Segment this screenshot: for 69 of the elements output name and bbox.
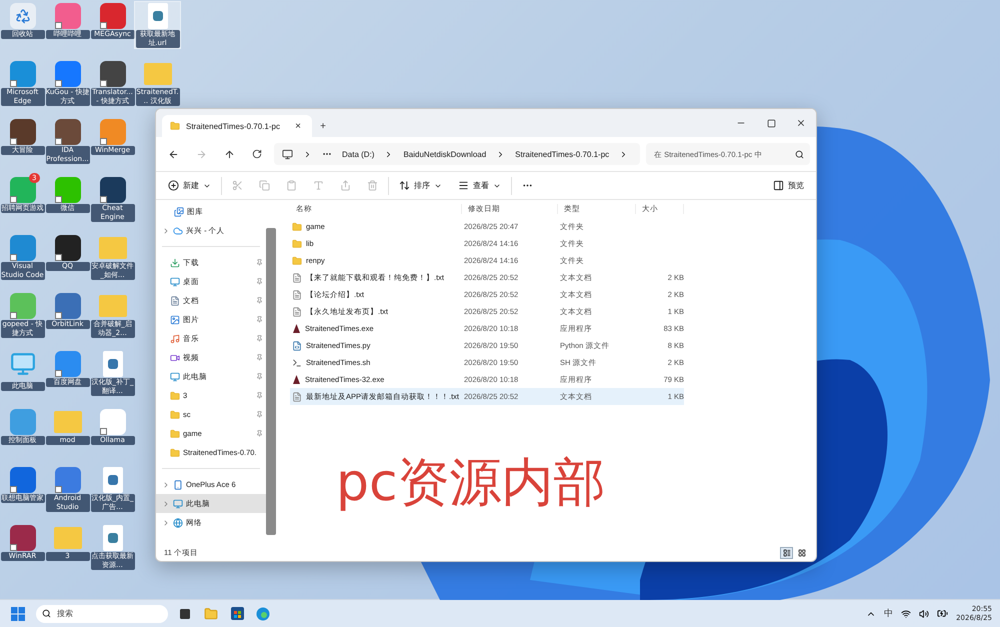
chevron-icon bbox=[303, 150, 312, 158]
sort-icon bbox=[399, 180, 410, 191]
tab-title: StraitenedTimes-0.70.1-pc bbox=[186, 122, 281, 130]
desktop-icon bbox=[170, 276, 180, 286]
forward-arrow-icon bbox=[196, 148, 206, 160]
new-tab-button[interactable]: + bbox=[312, 116, 334, 136]
address-bar[interactable]: Data (D:) BaiduNetdiskDownload StraitenedTimes-0.70.1-pc bbox=[274, 143, 640, 165]
preview-pane-icon bbox=[773, 180, 784, 191]
breadcrumb-item[interactable]: BaiduNetdiskDownload bbox=[403, 150, 486, 158]
copy-icon bbox=[259, 180, 270, 191]
script-file-icon bbox=[292, 358, 302, 368]
computer-icon bbox=[170, 372, 180, 382]
search-input[interactable]: 搜索 bbox=[55, 608, 139, 619]
search-icon bbox=[795, 150, 804, 158]
back-arrow-icon bbox=[168, 148, 178, 160]
taskbar-search-field[interactable]: 搜索 bbox=[36, 604, 168, 622]
text-file-icon bbox=[292, 290, 302, 300]
folder-icon bbox=[170, 428, 180, 438]
folder-icon bbox=[170, 121, 180, 131]
caption-overlay: pc资源内部 bbox=[336, 452, 606, 515]
text-file-icon bbox=[292, 392, 302, 402]
computer-icon bbox=[173, 498, 183, 508]
folder-icon bbox=[170, 390, 180, 400]
close-tab-button[interactable]: × bbox=[292, 116, 304, 136]
app-icon bbox=[292, 324, 301, 334]
input-method-indicator[interactable]: 中 bbox=[884, 607, 894, 620]
delete-icon bbox=[367, 180, 378, 191]
view-icon bbox=[458, 180, 469, 191]
python-file-icon bbox=[292, 340, 302, 350]
cut-icon bbox=[232, 180, 243, 191]
maximize-icon bbox=[766, 118, 776, 128]
new-button[interactable]: 新建 bbox=[162, 176, 217, 196]
phone-icon bbox=[173, 480, 183, 490]
up-arrow-icon bbox=[224, 148, 234, 160]
text-file-icon bbox=[292, 306, 302, 316]
sort-button[interactable]: 排序 bbox=[393, 176, 448, 196]
preview-button[interactable]: 预览 bbox=[767, 176, 810, 196]
window-tab[interactable]: StraitenedTimes-0.70.1-pc × bbox=[162, 115, 312, 137]
folder-icon bbox=[170, 448, 180, 458]
refresh-icon bbox=[252, 149, 262, 159]
breadcrumb-item[interactable]: Data (D:) bbox=[342, 150, 374, 158]
app-icon bbox=[292, 374, 301, 384]
battery-icon[interactable] bbox=[937, 608, 948, 619]
breadcrumb-item[interactable]: StraitenedTimes-0.70.1-pc bbox=[515, 150, 610, 158]
folder-icon bbox=[170, 410, 180, 420]
music-icon bbox=[170, 334, 180, 344]
gallery-icon bbox=[174, 206, 184, 216]
folder-icon bbox=[292, 222, 302, 232]
share-icon bbox=[340, 180, 351, 191]
video-icon bbox=[170, 352, 180, 362]
network-icon bbox=[173, 518, 183, 528]
plus-icon bbox=[168, 180, 179, 191]
picture-icon bbox=[170, 314, 180, 324]
volume-icon[interactable] bbox=[919, 608, 930, 618]
document-icon bbox=[170, 296, 180, 306]
search-icon bbox=[42, 609, 51, 618]
paste-icon bbox=[286, 180, 297, 191]
wifi-icon[interactable] bbox=[901, 608, 912, 618]
rename-icon bbox=[313, 180, 324, 191]
computer-icon bbox=[282, 148, 293, 160]
scrollbar-thumb[interactable] bbox=[266, 228, 276, 535]
details-view-button[interactable] bbox=[780, 547, 793, 559]
download-icon bbox=[170, 258, 180, 268]
text-file-icon bbox=[292, 272, 302, 282]
cloud-icon bbox=[173, 226, 183, 236]
view-button[interactable]: 查看 bbox=[452, 176, 507, 196]
folder-icon bbox=[292, 238, 302, 248]
folder-icon bbox=[292, 256, 302, 266]
close-icon bbox=[796, 118, 806, 128]
